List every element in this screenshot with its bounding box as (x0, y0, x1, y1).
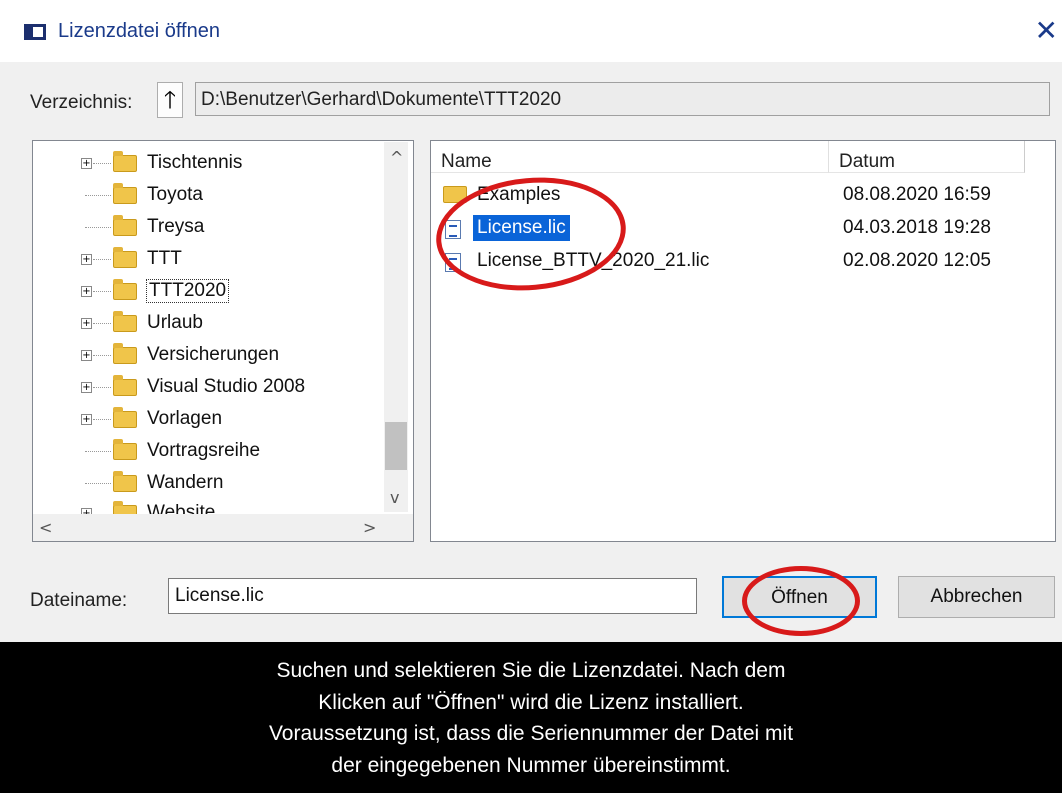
filename-input[interactable] (168, 578, 697, 614)
tree-connector (93, 355, 111, 356)
window-icon (24, 24, 46, 40)
column-header-date[interactable]: Datum (829, 141, 1025, 173)
tree-item-label: Treysa (147, 216, 205, 237)
tree-item-treysa[interactable]: Treysa (33, 213, 413, 243)
tree-item-label: Urlaub (147, 312, 203, 333)
tree-item-label: Vortragsreihe (147, 440, 261, 461)
tree-item-wandern[interactable]: Wandern (33, 469, 413, 499)
tree-item-vorlagen[interactable]: + Vorlagen (33, 405, 413, 435)
folder-icon (113, 439, 137, 460)
instruction-caption: Suchen und selektieren Sie die Lizenzdat… (0, 642, 1062, 793)
expand-icon[interactable]: + (81, 350, 92, 361)
tree-item-ttt[interactable]: + TTT (33, 245, 413, 275)
tree-item-website[interactable]: + Website (33, 499, 383, 515)
close-icon[interactable]: ✕ (1035, 14, 1058, 47)
scroll-left-icon[interactable]: < (39, 518, 52, 537)
tree-item-tischtennis[interactable]: + Tischtennis (33, 149, 413, 179)
expand-icon[interactable]: + (81, 318, 92, 329)
tree-connector (93, 163, 111, 164)
file-row[interactable]: Examples 08.08.2020 16:59 (431, 179, 1055, 211)
caption-line: der eingegebenen Nummer übereinstimmt. (331, 753, 731, 777)
tree-item-versicherungen[interactable]: + Versicherungen (33, 341, 413, 371)
folder-icon (113, 343, 137, 364)
folder-icon (113, 215, 137, 236)
caption-line: Klicken auf "Öffnen" wird die Lizenz ins… (318, 690, 744, 714)
cancel-button[interactable]: Abbrechen (898, 576, 1055, 618)
expand-icon[interactable]: + (81, 414, 92, 425)
tree-connector (85, 483, 111, 484)
tree-item-label: Versicherungen (147, 344, 280, 365)
file-date: 08.08.2020 16:59 (843, 184, 991, 205)
file-row-selected[interactable]: License.lic 04.03.2018 19:28 (431, 212, 1055, 244)
tree-item-ttt2020[interactable]: + TTT2020 (33, 277, 413, 307)
file-date: 04.03.2018 19:28 (843, 217, 991, 238)
tree-connector (93, 259, 111, 260)
tree-item-label: Vorlagen (147, 408, 223, 429)
arrow-up-icon: 🡑 (163, 86, 177, 114)
expand-icon[interactable]: + (81, 254, 92, 265)
folder-icon (113, 247, 137, 268)
tree-connector (93, 387, 111, 388)
folder-icon (113, 471, 137, 492)
tree-connector (85, 451, 111, 452)
window-title: Lizenzdatei öffnen (58, 20, 220, 42)
tree-item-label: Toyota (147, 184, 203, 205)
file-date: 02.08.2020 12:05 (843, 250, 991, 271)
file-icon (445, 220, 461, 239)
tree-connector (93, 419, 111, 420)
tree-item-toyota[interactable]: Toyota (33, 181, 413, 211)
tree-item-label: TTT (147, 248, 182, 269)
folder-icon (443, 186, 467, 203)
folder-icon (113, 407, 137, 428)
expand-icon[interactable]: + (81, 158, 92, 169)
folder-icon (113, 183, 137, 204)
folder-icon (113, 311, 137, 332)
tree-connector (85, 227, 111, 228)
filename-label: Dateiname: (30, 590, 128, 611)
file-name: License_BTTV_2020_21.lic (477, 250, 710, 271)
folder-icon (113, 151, 137, 172)
directory-path: D:\Benutzer\Gerhard\Dokumente\TTT2020 (195, 82, 1050, 116)
file-row[interactable]: License_BTTV_2020_21.lic 02.08.2020 12:0… (431, 245, 1055, 277)
tree-connector (93, 323, 111, 324)
scroll-up-icon[interactable]: ^ (390, 148, 403, 167)
folder-tree[interactable]: + Tischtennis Toyota Treysa + TTT + TTT2… (32, 140, 414, 542)
tree-connector (85, 195, 111, 196)
file-name: Examples (477, 184, 561, 205)
tree-item-label: Wandern (147, 472, 224, 493)
tree-item-urlaub[interactable]: + Urlaub (33, 309, 413, 339)
file-name: License.lic (472, 214, 571, 242)
scroll-right-icon[interactable]: > (363, 518, 376, 537)
file-icon (445, 253, 461, 272)
tree-item-vortragsreihe[interactable]: Vortragsreihe (33, 437, 413, 467)
caption-line: Voraussetzung ist, dass die Seriennummer… (268, 722, 794, 745)
expand-icon[interactable]: + (81, 382, 92, 393)
scrollbar-thumb[interactable] (385, 422, 407, 470)
tree-horizontal-scrollbar[interactable]: < > (33, 514, 413, 541)
caption-line: Suchen und selektieren Sie die Lizenzdat… (276, 659, 786, 682)
directory-label: Verzeichnis: (30, 92, 133, 113)
column-header-name[interactable]: Name (431, 141, 829, 173)
folder-icon (113, 279, 137, 300)
tree-connector (93, 291, 111, 292)
tree-item-label: Visual Studio 2008 (147, 376, 306, 397)
tree-item-label: TTT2020 (145, 279, 230, 303)
open-button[interactable]: Öffnen (722, 576, 877, 618)
expand-icon[interactable]: + (81, 286, 92, 297)
folder-icon (113, 375, 137, 396)
title-bar: Lizenzdatei öffnen ✕ (0, 0, 1062, 62)
file-list[interactable]: Name Datum Examples 08.08.2020 16:59 Lic… (430, 140, 1056, 542)
tree-item-label: Tischtennis (147, 152, 243, 173)
tree-item-visual-studio[interactable]: + Visual Studio 2008 (33, 373, 413, 403)
up-folder-button[interactable]: 🡑 (157, 82, 183, 118)
scroll-down-icon[interactable]: v (390, 488, 399, 507)
